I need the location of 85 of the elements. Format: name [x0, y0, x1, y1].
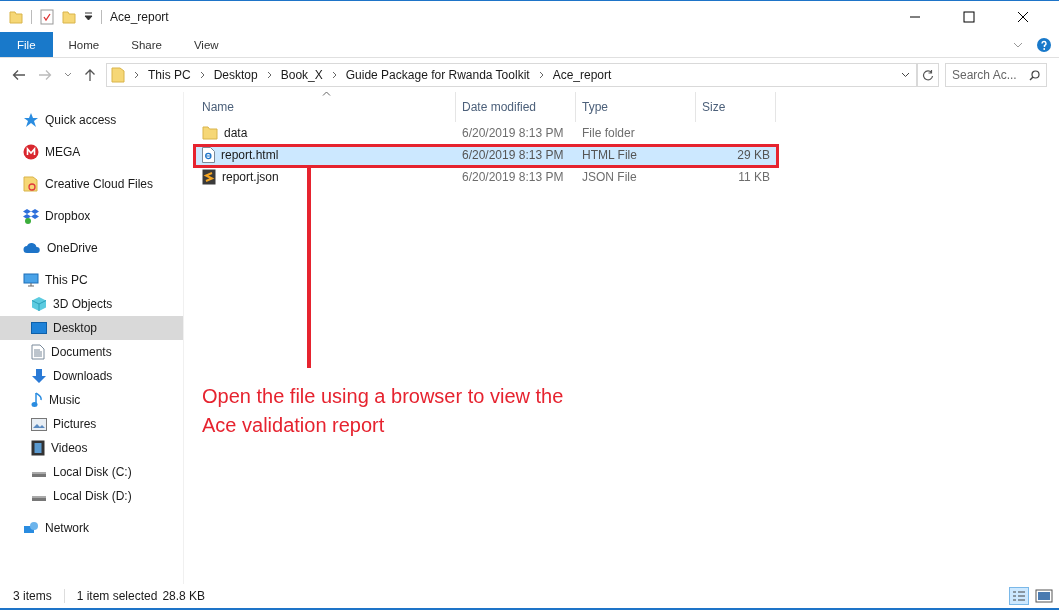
cloud-folder-icon — [23, 176, 39, 192]
item-count: 3 items — [13, 589, 52, 603]
type-cell-text: HTML File — [581, 148, 638, 162]
maximize-icon[interactable] — [963, 10, 975, 23]
selection-size: 28.8 KB — [162, 589, 206, 603]
computer-icon — [23, 272, 39, 288]
file-name: data — [224, 126, 248, 140]
search-field[interactable]: Search Ac... — [945, 63, 1047, 87]
down-arrow-icon — [31, 368, 47, 384]
cloud-icon — [23, 242, 41, 254]
json-file-icon — [202, 169, 216, 185]
ribbon-tab[interactable]: Home — [52, 32, 116, 57]
sidebar-item[interactable]: Desktop — [0, 316, 183, 340]
sidebar-item[interactable]: OneDrive — [0, 236, 183, 260]
date-cell-text: 6/20/2019 8:13 PM — [461, 170, 565, 184]
breadcrumb[interactable]: Ace_report — [552, 68, 612, 82]
chevron-right-icon — [538, 71, 544, 79]
size-cell: 11 KB — [738, 170, 770, 184]
column-header[interactable]: Name — [196, 92, 456, 122]
sidebar-item[interactable]: Local Disk (C:) — [0, 460, 183, 484]
chevron-right-icon — [199, 71, 205, 79]
chevron-right-icon — [331, 71, 337, 79]
film-icon — [31, 440, 45, 456]
properties-icon[interactable] — [40, 8, 54, 25]
sidebar-item[interactable]: Quick access — [0, 108, 183, 132]
chevron-right-icon — [134, 71, 139, 79]
date-cell-text: 6/20/2019 8:13 PM — [461, 148, 565, 162]
cube-icon — [31, 296, 47, 312]
file-name: report.json — [222, 170, 279, 184]
file-name: report.html — [221, 148, 279, 162]
network-icon — [23, 520, 39, 536]
sidebar-item[interactable]: Downloads — [0, 364, 183, 388]
search-icon — [1029, 70, 1040, 81]
address-bar[interactable]: This PC Desktop Book_X Guide Package for Rwanda Toolkit Ace_report — [106, 63, 917, 87]
size-cell: 29 KB — [737, 148, 770, 162]
desktop-icon — [31, 321, 47, 335]
ribbon-tab[interactable]: File — [0, 32, 53, 57]
music-note-icon — [31, 392, 43, 408]
chevron-right-icon — [266, 71, 272, 79]
star-icon — [23, 112, 39, 128]
ribbon-tab[interactable]: Share — [115, 32, 178, 57]
chevron-down-icon[interactable] — [901, 72, 910, 78]
refresh-icon — [922, 69, 934, 81]
sidebar-item[interactable]: Videos — [0, 436, 183, 460]
breadcrumb[interactable]: Guide Package for Rwanda Toolkit — [345, 68, 530, 82]
back-arrow-icon[interactable] — [12, 69, 26, 81]
sidebar-item[interactable]: Pictures — [0, 412, 183, 436]
help-icon[interactable] — [1037, 37, 1051, 52]
sidebar-item[interactable]: 3D Objects — [0, 292, 183, 316]
window-title: Ace_report — [110, 9, 169, 24]
picture-icon — [31, 417, 47, 431]
breadcrumb[interactable]: This PC — [148, 68, 191, 82]
up-arrow-icon[interactable] — [84, 68, 96, 82]
large-icons-view-icon[interactable] — [1035, 589, 1053, 603]
column-header[interactable]: Size — [696, 92, 776, 122]
sidebar-item[interactable]: Creative Cloud Files — [0, 172, 183, 196]
close-icon[interactable] — [1017, 10, 1029, 23]
selection-info: 1 item selected — [76, 589, 158, 603]
dropdown-icon[interactable] — [84, 12, 93, 21]
column-header[interactable]: Type — [576, 92, 696, 122]
dropbox-icon — [23, 208, 39, 224]
breadcrumb[interactable]: Book_X — [280, 68, 323, 82]
type-cell-text: File folder — [581, 126, 636, 140]
sidebar-item[interactable]: Dropbox — [0, 204, 183, 228]
breadcrumb[interactable]: Desktop — [213, 68, 258, 82]
file-row[interactable]: data 6/20/2019 8:13 PM File folder — [196, 122, 776, 144]
refresh-button[interactable] — [917, 63, 939, 87]
sidebar-item[interactable]: Music — [0, 388, 183, 412]
file-row[interactable]: report.json 6/20/2019 8:13 PM JSON File 11 KB — [196, 166, 776, 188]
annotation-text: Open the file using a browser to view the Ace validation report — [202, 384, 565, 438]
document-icon — [31, 344, 45, 360]
html-file-icon — [202, 147, 215, 163]
sidebar-item[interactable]: MEGA — [0, 140, 183, 164]
date-cell-text: 6/20/2019 8:13 PM — [461, 126, 565, 140]
sidebar-item[interactable]: Documents — [0, 340, 183, 364]
type-cell-text: JSON File — [581, 170, 638, 184]
folder-icon — [202, 126, 218, 140]
sidebar-item[interactable]: Network — [0, 516, 183, 540]
sidebar-item[interactable]: Local Disk (D:) — [0, 484, 183, 508]
mega-logo-icon — [23, 144, 39, 160]
column-header[interactable]: Date modified — [456, 92, 576, 122]
sidebar-item[interactable]: This PC — [0, 268, 183, 292]
details-view-icon[interactable] — [1009, 587, 1029, 605]
ribbon-tab[interactable]: View — [177, 32, 235, 57]
folder-icon — [111, 67, 125, 83]
